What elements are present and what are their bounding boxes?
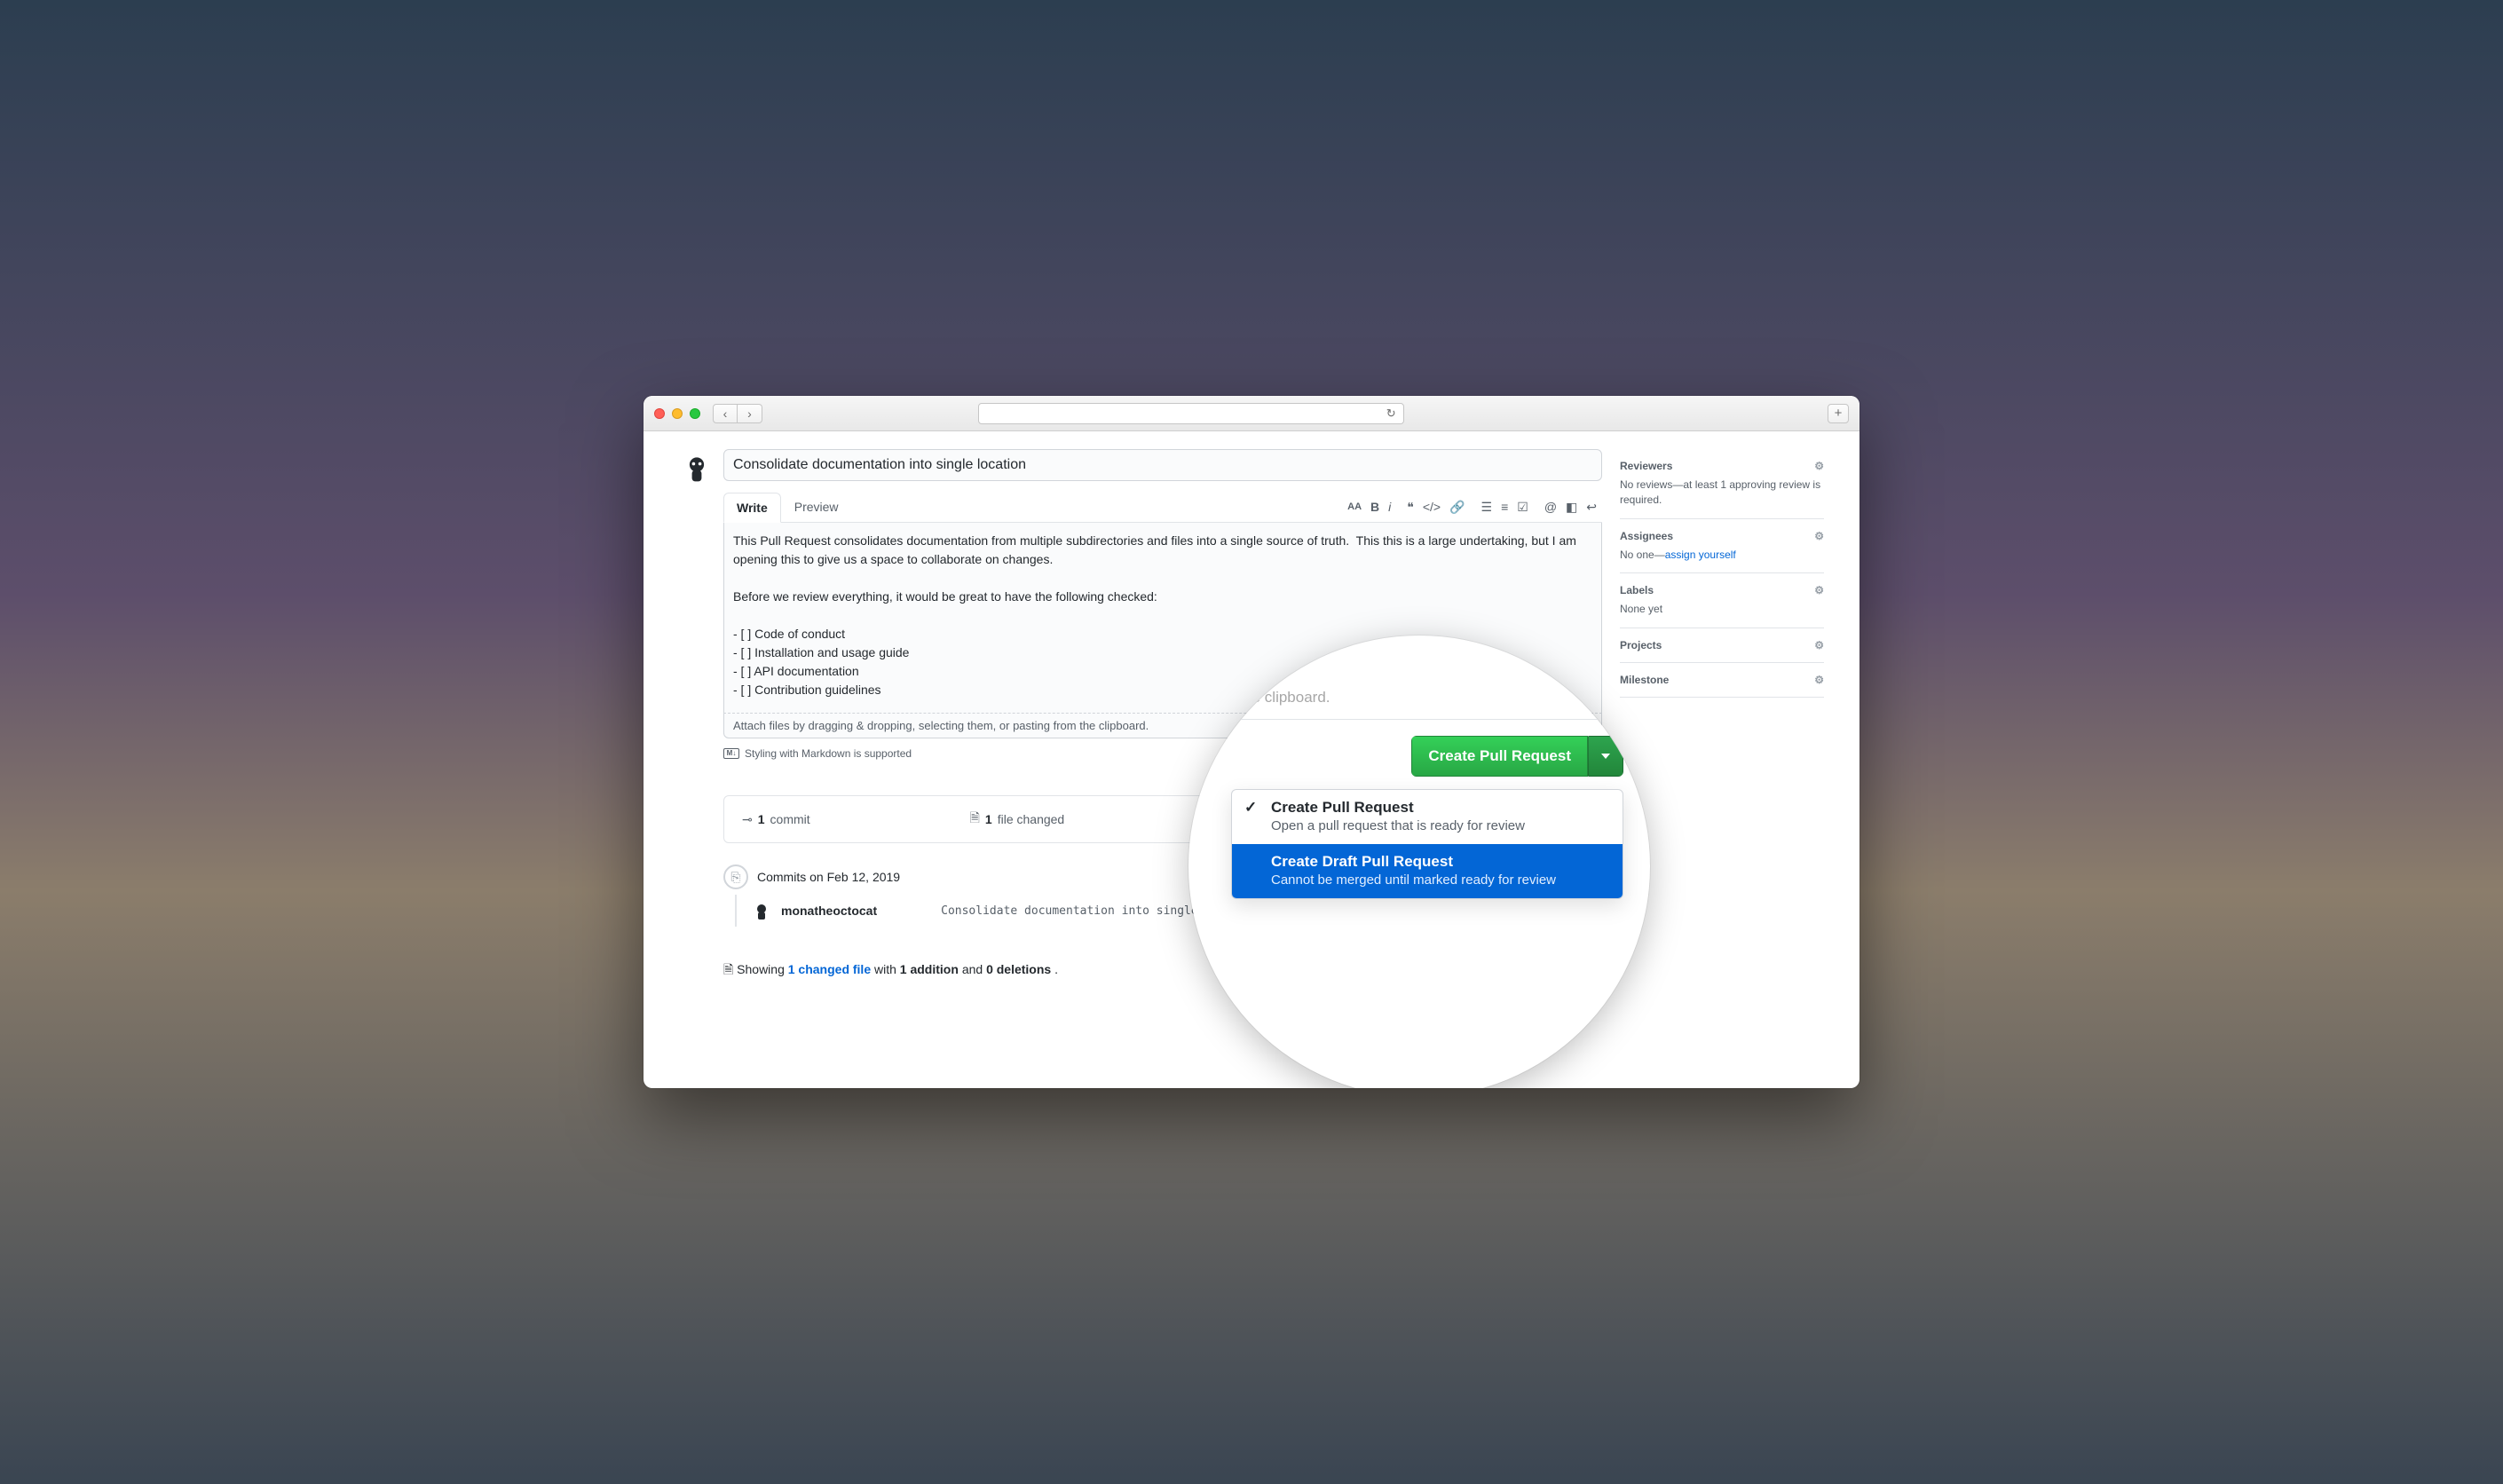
header-icon[interactable]: AA xyxy=(1347,501,1362,512)
editor-tabs: Write Preview AA B i ❝ </> 🔗 ☰ xyxy=(723,492,1602,523)
commit-author[interactable]: monatheoctocat xyxy=(781,904,877,918)
italic-icon[interactable]: i xyxy=(1388,500,1391,514)
link-icon[interactable]: 🔗 xyxy=(1449,500,1465,515)
create-pr-dropdown-menu: Create Pull Request Open a pull request … xyxy=(1231,789,1623,899)
numbered-list-icon[interactable]: ≡ xyxy=(1501,500,1508,514)
reload-icon[interactable]: ↻ xyxy=(1386,407,1396,421)
dropdown-option-create-pr[interactable]: Create Pull Request Open a pull request … xyxy=(1232,790,1623,844)
gear-icon[interactable]: ⚙ xyxy=(1814,460,1824,472)
mention-icon[interactable]: @ xyxy=(1544,500,1557,514)
gear-icon[interactable]: ⚙ xyxy=(1814,584,1824,596)
create-pr-button-row: Create Pull Request xyxy=(1231,736,1623,777)
new-tab-button[interactable]: + xyxy=(1828,404,1849,423)
sidebar-assignees: Assignees ⚙ No one—assign yourself xyxy=(1620,519,1824,574)
create-pr-split-button: Create Pull Request xyxy=(1411,736,1623,777)
browser-window: ‹ › ↻ + Write Preview AA B i xyxy=(644,396,1859,1088)
sidebar-projects: Projects ⚙ xyxy=(1620,628,1824,663)
markdown-toolbar: AA B i ❝ </> 🔗 ☰ ≡ ☑ @ xyxy=(1347,500,1602,515)
author-avatar[interactable] xyxy=(679,451,715,486)
minimize-window-button[interactable] xyxy=(672,408,683,419)
reference-icon[interactable]: ◧ xyxy=(1566,500,1577,515)
nav-arrows: ‹ › xyxy=(713,404,762,423)
tab-write[interactable]: Write xyxy=(723,493,781,523)
commit-timeline-icon: ⎘ xyxy=(723,864,748,889)
task-list-icon[interactable]: ☑ xyxy=(1517,500,1528,515)
forward-button[interactable]: › xyxy=(738,404,762,423)
url-bar[interactable]: ↻ xyxy=(978,403,1404,424)
sidebar-reviewers: Reviewers ⚙ No reviews—at least 1 approv… xyxy=(1620,449,1824,519)
clipboard-hint-fragment: . the clipboard. xyxy=(1231,689,1623,720)
close-window-button[interactable] xyxy=(654,408,665,419)
traffic-lights xyxy=(654,408,700,419)
diff-summary-text: 🗎 Showing 1 changed file with 1 addition… xyxy=(723,960,1058,982)
file-diff-icon: 🗎 xyxy=(723,962,737,976)
dropdown-option-create-draft-pr[interactable]: Create Draft Pull Request Cannot be merg… xyxy=(1232,844,1623,898)
commit-author-avatar xyxy=(753,902,770,920)
sidebar: Reviewers ⚙ No reviews—at least 1 approv… xyxy=(1620,449,1824,1088)
pr-title-input[interactable] xyxy=(723,449,1602,481)
file-icon: 🗎 xyxy=(970,809,980,830)
back-button[interactable]: ‹ xyxy=(713,404,738,423)
tab-preview[interactable]: Preview xyxy=(781,492,852,522)
changed-files-link[interactable]: 1 changed file xyxy=(788,962,871,976)
markdown-icon: M↓ xyxy=(723,748,739,759)
gear-icon[interactable]: ⚙ xyxy=(1814,639,1824,651)
create-pr-button[interactable]: Create Pull Request xyxy=(1411,736,1588,777)
gear-icon[interactable]: ⚙ xyxy=(1814,674,1824,686)
bullet-list-icon[interactable]: ☰ xyxy=(1481,500,1493,515)
gear-icon[interactable]: ⚙ xyxy=(1814,530,1824,542)
assign-yourself-link[interactable]: assign yourself xyxy=(1665,549,1736,561)
zoom-magnifier: . the clipboard. Create Pull Request Cre… xyxy=(1188,635,1650,1088)
maximize-window-button[interactable] xyxy=(690,408,700,419)
code-icon[interactable]: </> xyxy=(1423,500,1441,514)
titlebar: ‹ › ↻ + xyxy=(644,396,1859,431)
bold-icon[interactable]: B xyxy=(1370,500,1379,514)
quote-icon[interactable]: ❝ xyxy=(1407,500,1414,515)
markdown-hint-text: Styling with Markdown is supported xyxy=(745,747,912,760)
summary-commits[interactable]: ⊸ 1 commit xyxy=(742,812,810,827)
sidebar-labels: Labels ⚙ None yet xyxy=(1620,573,1824,628)
commit-icon: ⊸ xyxy=(742,812,753,827)
summary-files[interactable]: 🗎 1 file changed xyxy=(970,809,1065,830)
reply-icon[interactable]: ↩ xyxy=(1586,500,1597,515)
sidebar-milestone: Milestone ⚙ xyxy=(1620,663,1824,698)
